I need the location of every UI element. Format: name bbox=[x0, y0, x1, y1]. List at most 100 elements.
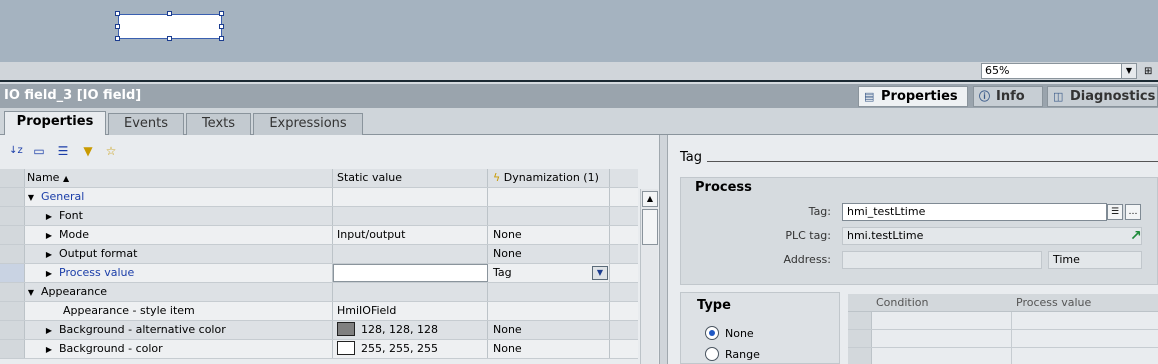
design-canvas[interactable] bbox=[0, 0, 1158, 62]
row-name: Output format bbox=[59, 247, 138, 260]
sort-az-icon[interactable]: ↓z bbox=[8, 143, 24, 159]
expand-icon[interactable]: ▶ bbox=[43, 246, 55, 263]
process-group: Process Tag: hmi_testLtime ☰ … PLC tag: … bbox=[680, 177, 1158, 285]
data-type-field: Time bbox=[1048, 251, 1142, 269]
expand-icon[interactable]: ▶ bbox=[43, 265, 55, 282]
favorite-star-icon[interactable]: ☆ bbox=[103, 143, 119, 159]
tab-label: Diagnostics bbox=[1070, 89, 1156, 104]
resize-handle[interactable] bbox=[219, 24, 224, 29]
subtab-events[interactable]: Events bbox=[108, 113, 184, 135]
table-row[interactable]: ▶ Output format None bbox=[0, 245, 638, 264]
table-row[interactable] bbox=[848, 348, 1158, 364]
list-toolbar: ↓z ▭ ☰ ▼ ☆ bbox=[0, 135, 660, 168]
filter-icon[interactable]: ▼ bbox=[80, 143, 96, 159]
subtab-texts[interactable]: Texts bbox=[186, 113, 251, 135]
inspector-titlebar: IO field_3 [IO field] ▤ Properties ⓘ Inf… bbox=[0, 84, 1158, 108]
resize-handle[interactable] bbox=[115, 11, 120, 16]
expand-icon[interactable]: ▶ bbox=[43, 341, 55, 358]
collapse-icon[interactable]: ▼ bbox=[25, 189, 37, 206]
table-row[interactable] bbox=[848, 330, 1158, 348]
expand-icon[interactable]: ▶ bbox=[43, 322, 55, 339]
resize-handle[interactable] bbox=[219, 11, 224, 16]
table-row[interactable]: ▶ Background - alternative color 128, 128… bbox=[0, 321, 638, 340]
radio-label: Range bbox=[725, 348, 760, 361]
table-row[interactable]: Appearance - style item HmiIOField bbox=[0, 302, 638, 321]
address-label: Address: bbox=[783, 253, 831, 266]
process-heading: Process bbox=[695, 180, 752, 195]
zoom-bar: 65% ▼ ⊞ bbox=[0, 62, 1158, 82]
vertical-scrollbar[interactable]: ▲ bbox=[640, 189, 658, 364]
radio-label: None bbox=[725, 327, 754, 340]
expand-icon[interactable]: ▶ bbox=[43, 227, 55, 244]
resize-handle[interactable] bbox=[167, 36, 172, 41]
radio-range[interactable] bbox=[705, 347, 719, 361]
divider bbox=[707, 161, 1158, 162]
zoom-value: 65% bbox=[985, 64, 1010, 77]
tab-info[interactable]: ⓘ Info bbox=[973, 86, 1043, 107]
collapse-icon[interactable]: ▼ bbox=[25, 284, 37, 301]
col-dyn-header[interactable]: Dynamization (1) bbox=[504, 171, 599, 184]
panel-splitter[interactable] bbox=[660, 135, 668, 364]
sort-asc-icon: ▲ bbox=[62, 174, 70, 183]
condition-table-header: Condition Process value bbox=[848, 294, 1158, 312]
section-title: Tag bbox=[680, 150, 703, 165]
color-swatch[interactable] bbox=[337, 322, 355, 336]
tag-label: Tag: bbox=[808, 205, 831, 218]
grid-header: Name ▲ Static value ϟ Dynamization (1) bbox=[0, 169, 638, 188]
resize-handle[interactable] bbox=[115, 36, 120, 41]
scroll-up-icon[interactable]: ▲ bbox=[642, 191, 658, 207]
go-to-tag-icon[interactable]: ↗ bbox=[1130, 228, 1142, 244]
table-row[interactable]: ▶ Font bbox=[0, 207, 638, 226]
chevron-down-icon[interactable]: ▼ bbox=[1121, 64, 1136, 78]
col-name-header[interactable]: Name bbox=[27, 171, 59, 184]
table-row[interactable]: ▶ Mode Input/output None bbox=[0, 226, 638, 245]
row-name: Appearance - style item bbox=[63, 304, 195, 317]
plc-tag-label: PLC tag: bbox=[785, 229, 831, 242]
color-swatch[interactable] bbox=[337, 341, 355, 355]
static-value-input[interactable] bbox=[333, 264, 488, 282]
inspector-title: IO field_3 [IO field] bbox=[4, 88, 142, 103]
folder-view-icon[interactable]: ▭ bbox=[31, 143, 47, 159]
tag-field[interactable]: hmi_testLtime bbox=[842, 203, 1107, 221]
address-field bbox=[842, 251, 1042, 269]
col-static-header[interactable]: Static value bbox=[333, 169, 488, 187]
zoom-select[interactable]: 65% ▼ bbox=[981, 63, 1137, 79]
tag-settings-panel: Tag Process Tag: hmi_testLtime ☰ … PLC t… bbox=[668, 135, 1158, 364]
type-group: Type None Range bbox=[680, 292, 840, 364]
row-name: Process value bbox=[59, 266, 135, 279]
resize-handle[interactable] bbox=[219, 36, 224, 41]
table-row-selected[interactable]: ▶ Process value Tag ▼ bbox=[0, 264, 638, 283]
info-icon: ⓘ bbox=[979, 90, 990, 103]
table-row[interactable] bbox=[848, 312, 1158, 330]
radio-none[interactable] bbox=[705, 326, 719, 340]
tab-label: Info bbox=[996, 89, 1025, 104]
tab-properties[interactable]: ▤ Properties bbox=[858, 86, 968, 107]
expand-icon[interactable]: ▶ bbox=[43, 208, 55, 225]
type-heading: Type bbox=[697, 298, 731, 313]
properties-list-panel: ↓z ▭ ☰ ▼ ☆ Name ▲ Static value ϟ Dynamiz… bbox=[0, 135, 660, 364]
lightning-icon: ϟ bbox=[493, 171, 501, 184]
resize-handle[interactable] bbox=[167, 11, 172, 16]
list-icon[interactable]: ☰ bbox=[1107, 204, 1123, 220]
table-row[interactable]: ▶ Background - color 255, 255, 255 None bbox=[0, 340, 638, 359]
resize-handle[interactable] bbox=[115, 24, 120, 29]
tab-label: Properties bbox=[881, 89, 958, 104]
col-condition-header: Condition bbox=[876, 296, 929, 309]
list-view-icon[interactable]: ☰ bbox=[55, 143, 71, 159]
col-process-value-header: Process value bbox=[1016, 296, 1092, 309]
dynamization-dropdown[interactable]: ▼ bbox=[592, 266, 608, 280]
diagnostics-icon: ◫ bbox=[1053, 90, 1064, 103]
row-name: Background - alternative color bbox=[59, 323, 226, 336]
tab-diagnostics[interactable]: ◫ Diagnostics bbox=[1047, 86, 1158, 107]
zoom-fit-icon[interactable]: ⊞ bbox=[1144, 66, 1156, 77]
condition-table: Condition Process value bbox=[848, 294, 1158, 364]
subtab-expressions[interactable]: Expressions bbox=[253, 113, 363, 135]
table-row[interactable]: ▼ Appearance bbox=[0, 283, 638, 302]
table-row[interactable]: ▼ General bbox=[0, 188, 638, 207]
properties-icon: ▤ bbox=[864, 90, 875, 103]
subtab-properties[interactable]: Properties bbox=[4, 111, 106, 136]
scroll-thumb[interactable] bbox=[642, 209, 658, 245]
row-name: General bbox=[41, 190, 85, 203]
browse-button[interactable]: … bbox=[1125, 204, 1141, 220]
row-name: Background - color bbox=[59, 342, 163, 355]
